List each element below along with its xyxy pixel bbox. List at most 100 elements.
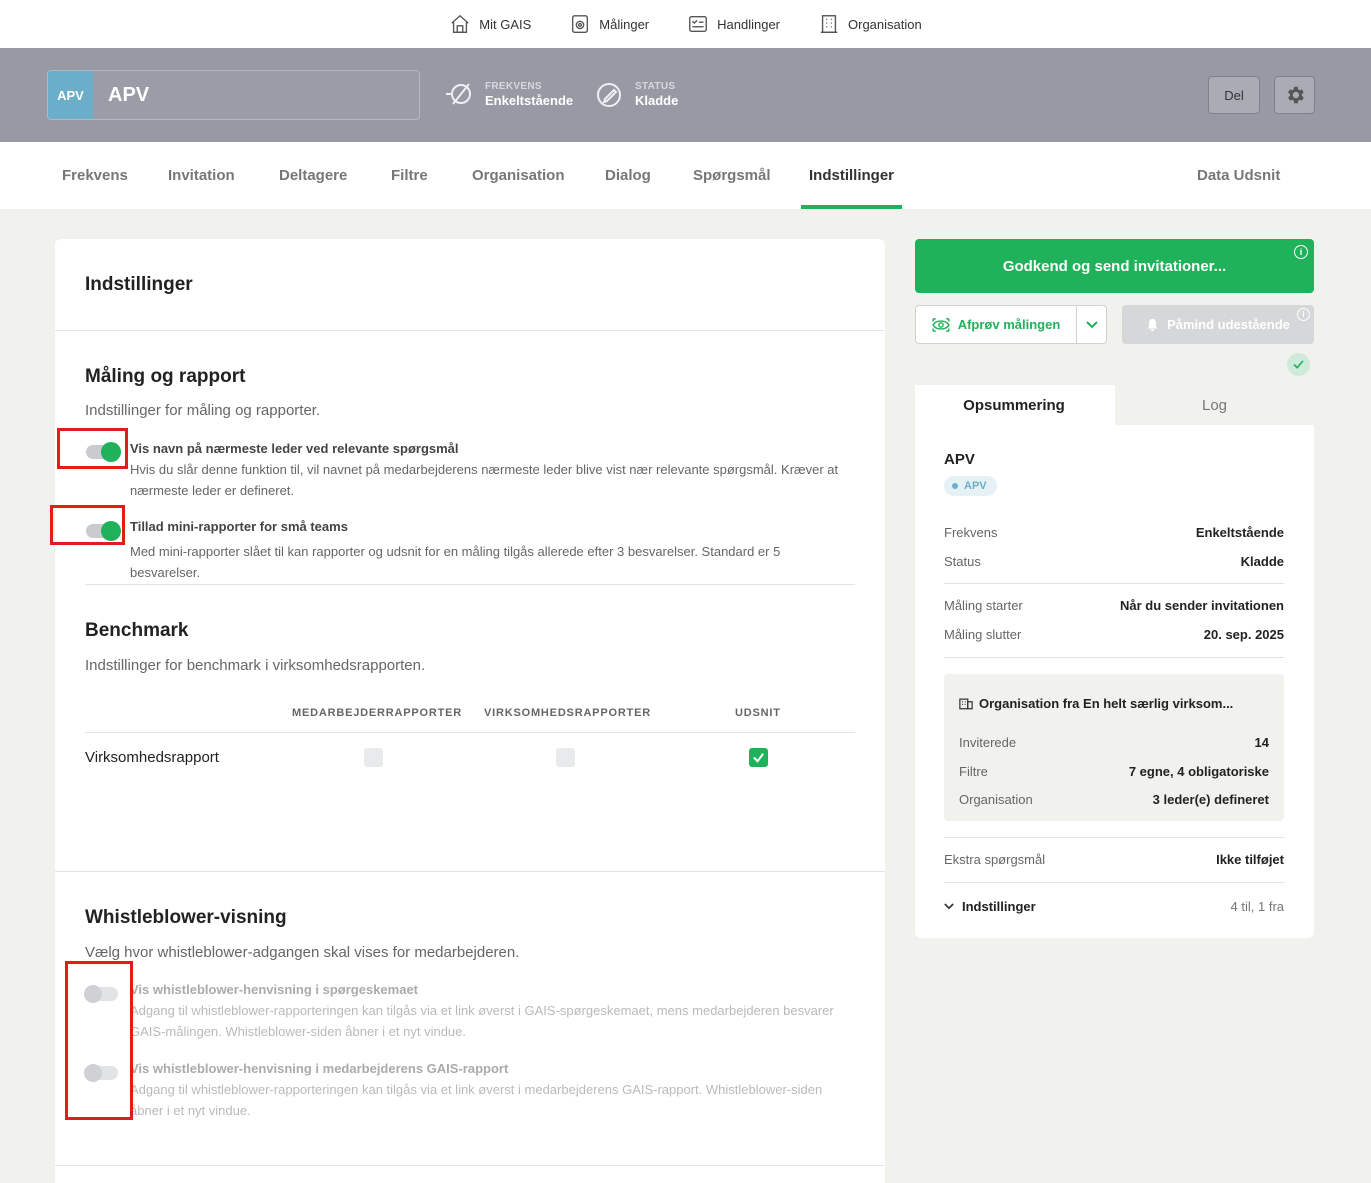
divider: [85, 584, 855, 585]
status-meta: STATUS Kladde: [595, 78, 678, 110]
remind-label: Påmind udestående: [1167, 317, 1290, 332]
column-header: MEDARBEJDERRAPPORTER: [292, 707, 463, 719]
bell-icon: [1147, 318, 1158, 331]
tab-invitation[interactable]: Invitation: [168, 142, 235, 209]
status-value: Kladde: [635, 92, 679, 108]
tryout-label: Afprøv målingen: [957, 317, 1061, 332]
section-tabs: Frekvens Invitation Deltagere Filtre Org…: [0, 142, 1371, 209]
divider: [944, 657, 1284, 658]
nav-organisation[interactable]: Organisation: [818, 13, 922, 35]
tab-sporgsmal[interactable]: Spørgsmål: [693, 142, 771, 209]
row-value: 7 egne, 4 obligatoriske: [1128, 764, 1269, 779]
organisation-row: Organisation 3 leder(e) defineret: [959, 792, 1269, 807]
row-key: Filtre: [959, 764, 988, 779]
nav-malinger[interactable]: Målinger: [569, 13, 649, 35]
tab-dialog[interactable]: Dialog: [605, 142, 651, 209]
survey-header: APV APV FREKVENS Enkeltstående STATUS Kl…: [0, 48, 1371, 142]
row-value: 14: [1254, 735, 1269, 750]
frequency-meta: FREKVENS Enkeltstående: [445, 78, 573, 110]
divider: [944, 583, 1284, 584]
info-icon[interactable]: i: [1294, 245, 1308, 259]
benchmark-section-subtitle: Indstillinger for benchmark i virksomhed…: [85, 657, 426, 674]
divider: [55, 330, 885, 331]
approve-send-button[interactable]: Godkend og send invitationer... i: [915, 239, 1314, 293]
actions-icon: [689, 15, 708, 33]
checkbox-medarbejderrapporter[interactable]: [364, 748, 383, 767]
settings-summary-toggle[interactable]: Indstillinger 4 til, 1 fra: [944, 899, 1284, 914]
tab-organisation[interactable]: Organisation: [472, 142, 565, 209]
summary-row: Måling slutter 20. sep. 2025: [944, 627, 1284, 642]
tag-dot: [952, 483, 958, 489]
nav-handlinger[interactable]: Handlinger: [687, 13, 780, 35]
organisation-row: Filtre 7 egne, 4 obligatoriske: [959, 764, 1269, 779]
summary-row: Ekstra spørgsmål Ikke tilføjet: [944, 852, 1284, 867]
nav-label: Målinger: [599, 16, 650, 32]
nav-mit-gais[interactable]: Mit GAIS: [449, 13, 531, 35]
highlight-box: [50, 505, 125, 545]
check-circle-icon: [1287, 353, 1310, 376]
tryout-button[interactable]: Afprøv målingen: [915, 305, 1076, 344]
summary-tag: APV: [944, 476, 997, 496]
row-key: Frekvens: [944, 525, 998, 540]
column-header: VIRKSOMHEDSRAPPORTER: [484, 707, 651, 719]
share-button[interactable]: Del: [1208, 76, 1260, 114]
approve-label: Godkend og send invitationer...: [1002, 257, 1227, 275]
option-title: Vis navn på nærmeste leder ved relevante…: [130, 441, 459, 456]
row-value: Kladde: [1240, 554, 1284, 569]
organisation-summary-title: Organisation fra En helt særlig virksom.…: [959, 696, 1233, 711]
info-icon[interactable]: i: [1297, 308, 1310, 321]
row-value: 3 leder(e) defineret: [1152, 792, 1269, 807]
divider: [55, 871, 885, 872]
column-header: UDSNIT: [735, 707, 781, 719]
frequency-value: Enkeltstående: [485, 92, 574, 108]
home-icon: [451, 14, 469, 33]
checkbox-virksomhedsrapporter[interactable]: [556, 748, 575, 767]
divider: [944, 837, 1284, 838]
row-key: Organisation: [959, 792, 1033, 807]
tab-frekvens[interactable]: Frekvens: [62, 142, 128, 209]
row-key: Måling slutter: [944, 627, 1022, 642]
survey-title: APV: [108, 83, 150, 106]
whistleblower-section-title: Whistleblower-visning: [85, 907, 287, 928]
tab-indstillinger[interactable]: Indstillinger: [800, 142, 903, 209]
tab-log[interactable]: Log: [1115, 385, 1314, 425]
frequency-label: FREKVENS: [485, 80, 542, 92]
benchmark-row-label: Virksomhedsrapport: [85, 749, 219, 766]
tryout-dropdown-button[interactable]: [1076, 305, 1107, 344]
settings-title: Indstillinger: [85, 274, 193, 295]
remind-button[interactable]: Påmind udestående i: [1122, 305, 1314, 344]
gear-icon: [1287, 86, 1304, 104]
tab-deltagere[interactable]: Deltagere: [279, 142, 347, 209]
checkbox-udsnit[interactable]: [749, 748, 768, 767]
option-description: Med mini-rapporter slået til kan rapport…: [130, 544, 781, 580]
row-value: Ikke tilføjet: [1216, 852, 1284, 867]
pencil-circle-icon: [597, 83, 621, 107]
nav-label: Organisation: [848, 16, 922, 32]
row-key: Inviterede: [959, 735, 1017, 750]
tab-filtre[interactable]: Filtre: [391, 142, 428, 209]
measurement-icon: [572, 15, 589, 33]
summary-row: Måling starter Når du sender invitationen: [944, 598, 1284, 613]
survey-type-badge: APV: [48, 71, 93, 119]
tab-opsummering[interactable]: Opsummering: [915, 385, 1113, 425]
option-title: Vis whistleblower-henvisning i spørgeske…: [130, 982, 419, 997]
measurement-section-title: Måling og rapport: [85, 366, 246, 387]
organisation-summary-box: Organisation fra En helt særlig virksom.…: [944, 674, 1284, 821]
row-key: Status: [944, 554, 981, 569]
chevron-down-icon: [1085, 320, 1098, 328]
status-label: STATUS: [635, 80, 676, 92]
divider: [85, 732, 855, 733]
option-description: Adgang til whistleblower-rapporteringen …: [130, 1082, 823, 1118]
settings-button[interactable]: [1274, 76, 1315, 114]
row-value: 20. sep. 2025: [1203, 627, 1284, 642]
top-navigation: Mit GAIS Målinger Handlinger Organisatio…: [0, 0, 1371, 48]
organisation-title-text: Organisation fra En helt særlig virksom.…: [979, 696, 1234, 711]
option-title: Tillad mini-rapporter for små teams: [130, 519, 348, 534]
building-icon: [820, 15, 838, 33]
survey-title-field[interactable]: APV APV: [47, 70, 420, 120]
tab-data-udsnit[interactable]: Data Udsnit: [1197, 142, 1280, 209]
option-title: Vis whistleblower-henvisning i medarbejd…: [130, 1061, 509, 1076]
row-key: Ekstra spørgsmål: [944, 852, 1046, 867]
divider: [944, 882, 1284, 883]
highlight-box: [65, 961, 133, 1120]
